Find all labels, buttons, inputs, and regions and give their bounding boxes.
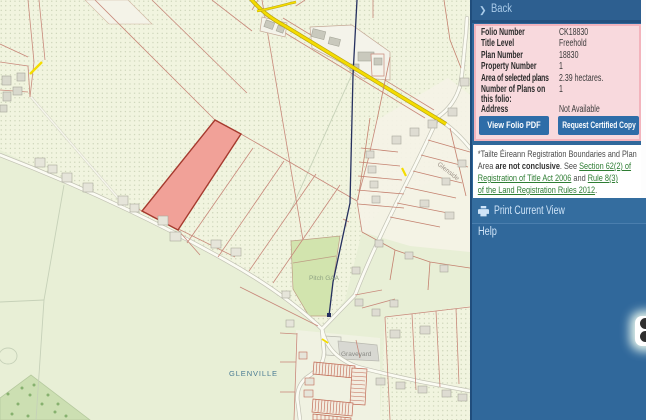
svg-text:GLENVILLE: GLENVILLE [229, 369, 278, 378]
svg-text:Pitch GAA: Pitch GAA [309, 275, 340, 282]
svg-text:Graveyard: Graveyard [341, 351, 372, 358]
